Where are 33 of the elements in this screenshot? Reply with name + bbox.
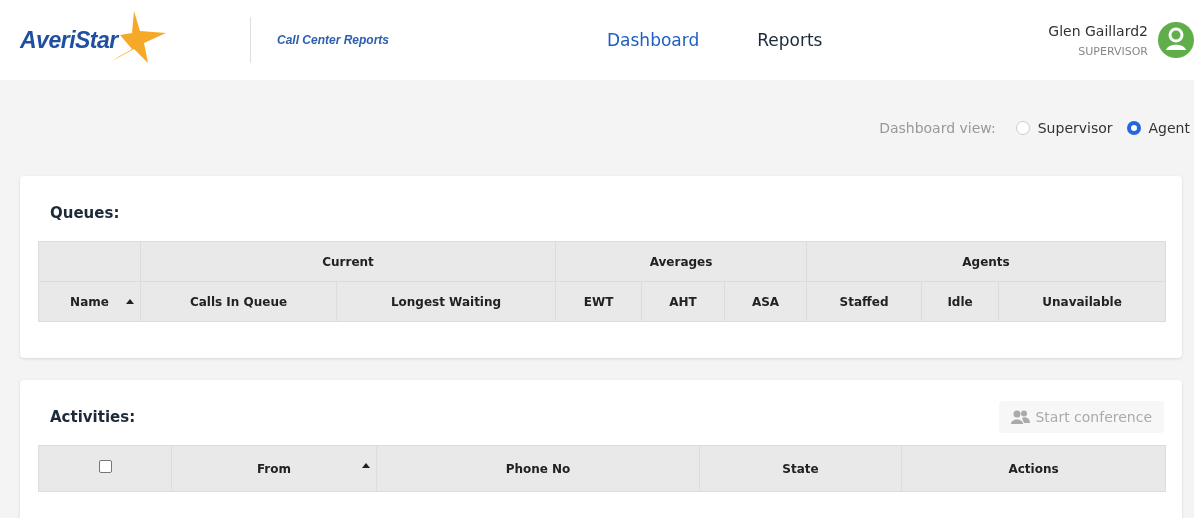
radio-option[interactable]: Supervisor	[1015, 120, 1113, 136]
user-name: Glen Gaillard2	[1048, 22, 1148, 39]
column-header[interactable]: Unavailable	[998, 281, 1166, 322]
column-header[interactable]: EWT	[555, 281, 642, 322]
column-header[interactable]: State	[699, 445, 902, 492]
logo-text: AveriStar	[20, 26, 118, 54]
column-header[interactable]: Calls In Queue	[140, 281, 337, 322]
group-header: Averages	[555, 241, 807, 282]
column-header[interactable]: Actions	[901, 445, 1166, 492]
column-header[interactable]: Staffed	[806, 281, 922, 322]
column-header[interactable]: Phone No	[376, 445, 700, 492]
view-label: Dashboard view:	[879, 120, 996, 136]
sort-ascending-icon[interactable]	[126, 299, 134, 304]
app-title: Call Center Reports	[277, 33, 391, 47]
column-header[interactable]: AHT	[641, 281, 725, 322]
user-role: SUPERVISOR	[1078, 44, 1148, 58]
select-all-checkbox[interactable]	[98, 459, 112, 473]
people-icon	[1011, 410, 1031, 424]
column-header[interactable]: ASA	[724, 281, 807, 322]
nav-tab[interactable]: Dashboard	[607, 30, 700, 50]
section-title: Queues:	[50, 204, 120, 222]
radio-option[interactable]: Agent	[1126, 120, 1190, 136]
section-title: Activities:	[50, 408, 136, 426]
group-header: Agents	[806, 241, 1166, 282]
sort-ascending-icon[interactable]	[362, 463, 370, 468]
radio-icon[interactable]	[1126, 121, 1141, 135]
column-header[interactable]: From	[171, 445, 377, 492]
column-header[interactable]: Longest Waiting	[336, 281, 556, 322]
nav-tab[interactable]: Reports	[757, 30, 823, 50]
avatar-icon[interactable]	[1158, 22, 1194, 58]
group-header: Current	[140, 241, 556, 282]
column-header[interactable]: Idle	[921, 281, 999, 322]
column-header[interactable]: Name	[38, 281, 141, 322]
